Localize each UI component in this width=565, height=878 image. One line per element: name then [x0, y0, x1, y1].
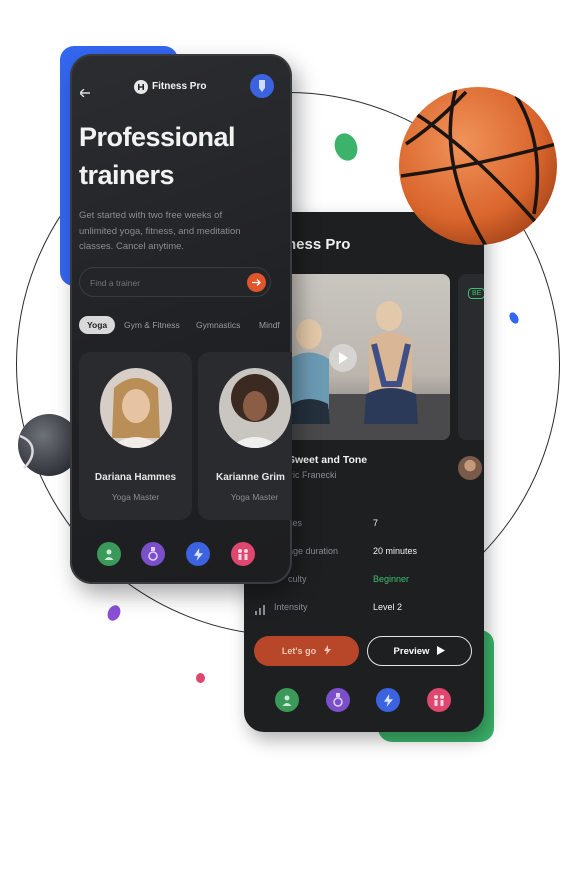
class-video-thumbnail[interactable]	[284, 274, 450, 440]
intensity-icon	[255, 602, 267, 620]
bolt-icon[interactable]	[186, 542, 210, 566]
instructor-name: ric Franecki	[290, 470, 337, 480]
instructor-avatar[interactable]	[458, 456, 482, 480]
level-badge: BE	[468, 288, 484, 299]
preview-button[interactable]: Preview	[367, 636, 472, 666]
trainer-search	[79, 267, 271, 297]
trainer-card[interactable]: Karianne Grim Yoga Master	[198, 352, 292, 520]
tab-yoga[interactable]: Yoga	[79, 316, 116, 334]
trainer-role: Yoga Master	[230, 492, 279, 502]
pink-confetti-dot	[196, 673, 205, 683]
trainer-photo	[100, 368, 172, 448]
pair-icon[interactable]	[427, 688, 451, 712]
tab-gym-fitness[interactable]: Gym & Fitness	[116, 316, 188, 334]
lets-go-label: Let's go	[281, 646, 317, 656]
medal-icon[interactable]	[141, 542, 165, 566]
detail-label-intensity: Intensity	[274, 602, 308, 612]
detail-label-difficulty: culty	[288, 574, 307, 584]
next-class-card[interactable]: BE	[458, 274, 484, 440]
trainer-role: Yoga Master	[111, 492, 160, 502]
detail-value-sessions: 7	[373, 518, 379, 528]
brand-name: Fitness Pro	[152, 81, 207, 92]
class-title: Sweet and Tone	[288, 454, 368, 466]
search-submit-button[interactable]	[247, 273, 266, 292]
back-arrow-icon[interactable]	[79, 84, 90, 102]
medal-icon[interactable]	[326, 688, 350, 712]
page-subtitle: Get started with two free weeks of unlim…	[79, 210, 241, 252]
trainer-name: Dariana Hammes	[94, 472, 177, 483]
detail-label-duration: age duration	[288, 546, 339, 556]
fitness-logo-icon	[134, 80, 148, 94]
search-input[interactable]	[88, 274, 242, 292]
lets-go-button[interactable]: Let's go	[254, 636, 359, 666]
trainer-card[interactable]: Dariana Hammes Yoga Master	[79, 352, 192, 520]
user-icon[interactable]	[275, 688, 299, 712]
tennis-ball-image	[16, 412, 80, 478]
arrow-right-icon	[252, 279, 261, 286]
preview-label: Preview	[393, 645, 430, 657]
purple-confetti-dot	[105, 603, 123, 623]
trainers-phone: Fitness Pro Professional trainers Get st…	[70, 54, 292, 584]
tab-mindfulness[interactable]: Mindf	[251, 316, 288, 334]
detail-value-intensity: Level 2	[373, 602, 403, 612]
trainer-photo	[219, 368, 291, 448]
pair-icon[interactable]	[231, 542, 255, 566]
basketball-image	[396, 84, 560, 248]
detail-value-difficulty: Beginner	[373, 574, 410, 584]
tab-gymnastics[interactable]: Gymnastics	[188, 316, 248, 334]
play-icon[interactable]	[329, 344, 357, 372]
profile-avatar[interactable]	[250, 74, 274, 98]
page-title-line1: Professional	[79, 122, 236, 152]
user-icon[interactable]	[97, 542, 121, 566]
detail-value-duration: 20 minutes	[373, 546, 418, 556]
page-title-line2: trainers	[79, 160, 175, 190]
play-icon	[437, 642, 446, 660]
bolt-icon	[324, 642, 332, 660]
bolt-icon[interactable]	[376, 688, 400, 712]
brand-name: tness Pro	[282, 236, 351, 253]
trainer-name: Karianne Grim	[216, 472, 285, 483]
